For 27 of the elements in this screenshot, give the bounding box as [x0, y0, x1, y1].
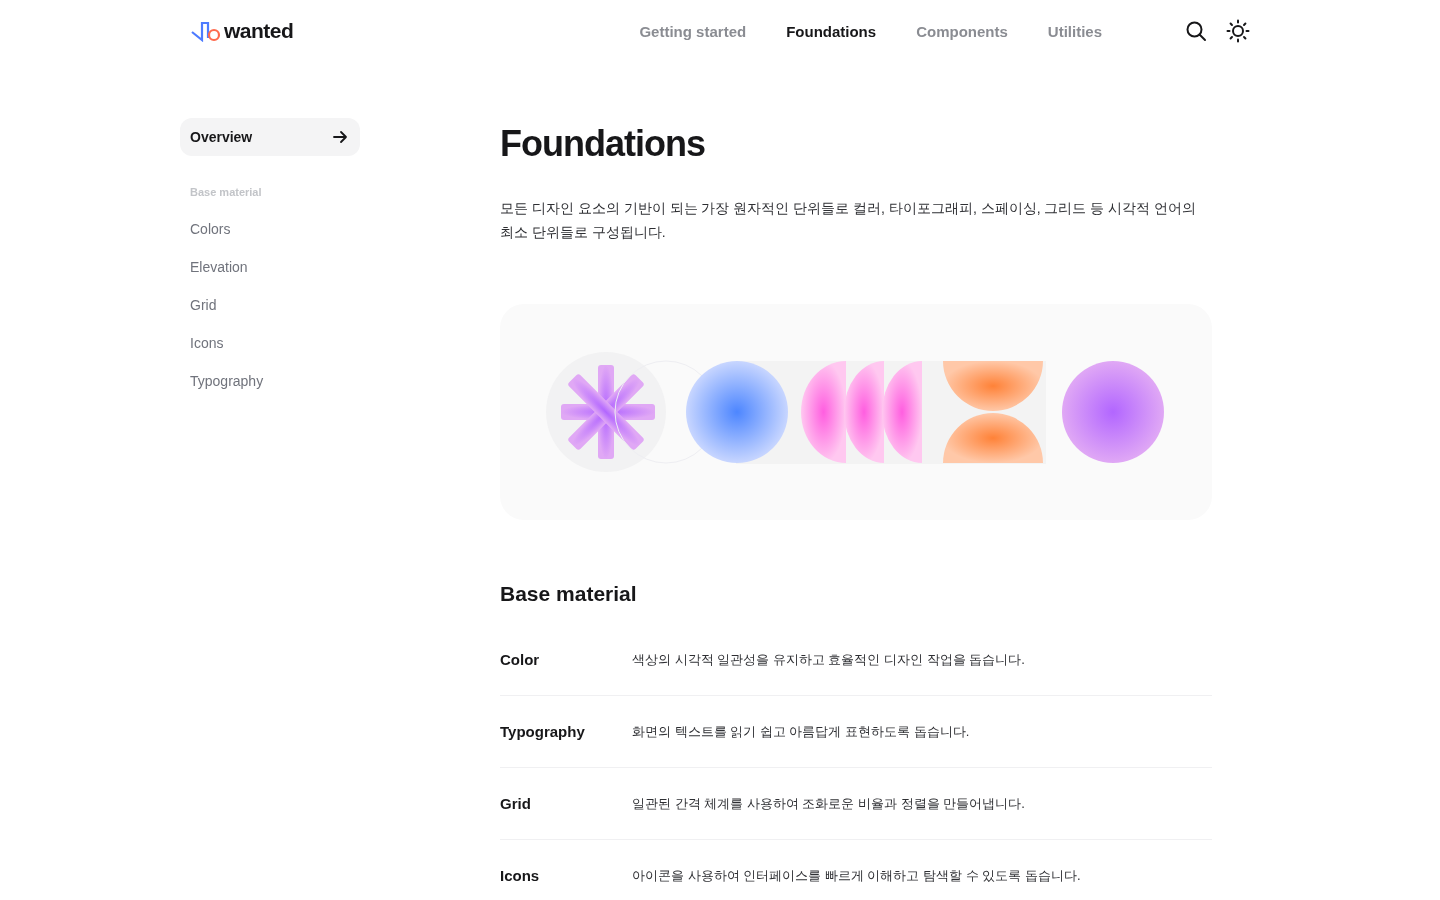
- sidebar-item[interactable]: Grid: [180, 286, 360, 324]
- page-description: 모든 디자인 요소의 기반이 되는 가장 원자적인 단위들로 컬러, 타이포그래피, 스페이싱, 그리드 등 시각적 언어의 최소 단위들로 구성됩니다.: [500, 199, 1198, 242]
- row-title: Color: [500, 651, 541, 668]
- sidebar-item[interactable]: Icons: [180, 324, 360, 362]
- overview-link[interactable]: Overview: [180, 118, 360, 156]
- row-title: Grid: [500, 795, 532, 812]
- logo-wordmark[interactable]: wanted: [224, 19, 294, 43]
- nav-link[interactable]: Getting started: [639, 22, 747, 40]
- sidebar-section-label: Base material: [189, 186, 263, 198]
- row-description: 아이콘을 사용하여 인터페이스를 빠르게 이해하고 탐색할 수 있도록 돕습니다.: [632, 866, 1081, 885]
- sidebar-item[interactable]: Colors: [180, 210, 360, 248]
- sun-icon[interactable]: [1226, 19, 1250, 43]
- section-title: Base material: [500, 582, 638, 606]
- arrow-icon: [332, 129, 348, 145]
- logo-icon: [190, 20, 222, 42]
- row-description: 일관된 간격 체계를 사용하여 조화로운 비율과 정렬을 만들어냅니다.: [632, 794, 1025, 813]
- search-icon[interactable]: [1184, 19, 1208, 43]
- nav-link[interactable]: Components: [916, 22, 1008, 40]
- sidebar-item[interactable]: Elevation: [180, 248, 360, 286]
- nav-link[interactable]: Utilities: [1047, 22, 1102, 40]
- page-title: Foundations: [500, 122, 706, 166]
- row-description: 색상의 시각적 일관성을 유지하고 효율적인 디자인 작업을 돕습니다.: [632, 650, 1025, 669]
- sidebar-item[interactable]: Typography: [180, 362, 360, 400]
- row-title: Typography: [500, 723, 586, 740]
- row-description: 화면의 텍스트를 읽기 쉽고 아름답게 표현하도록 돕습니다.: [632, 722, 970, 741]
- row-title: Icons: [500, 867, 541, 884]
- nav-link[interactable]: Foundations: [786, 22, 877, 40]
